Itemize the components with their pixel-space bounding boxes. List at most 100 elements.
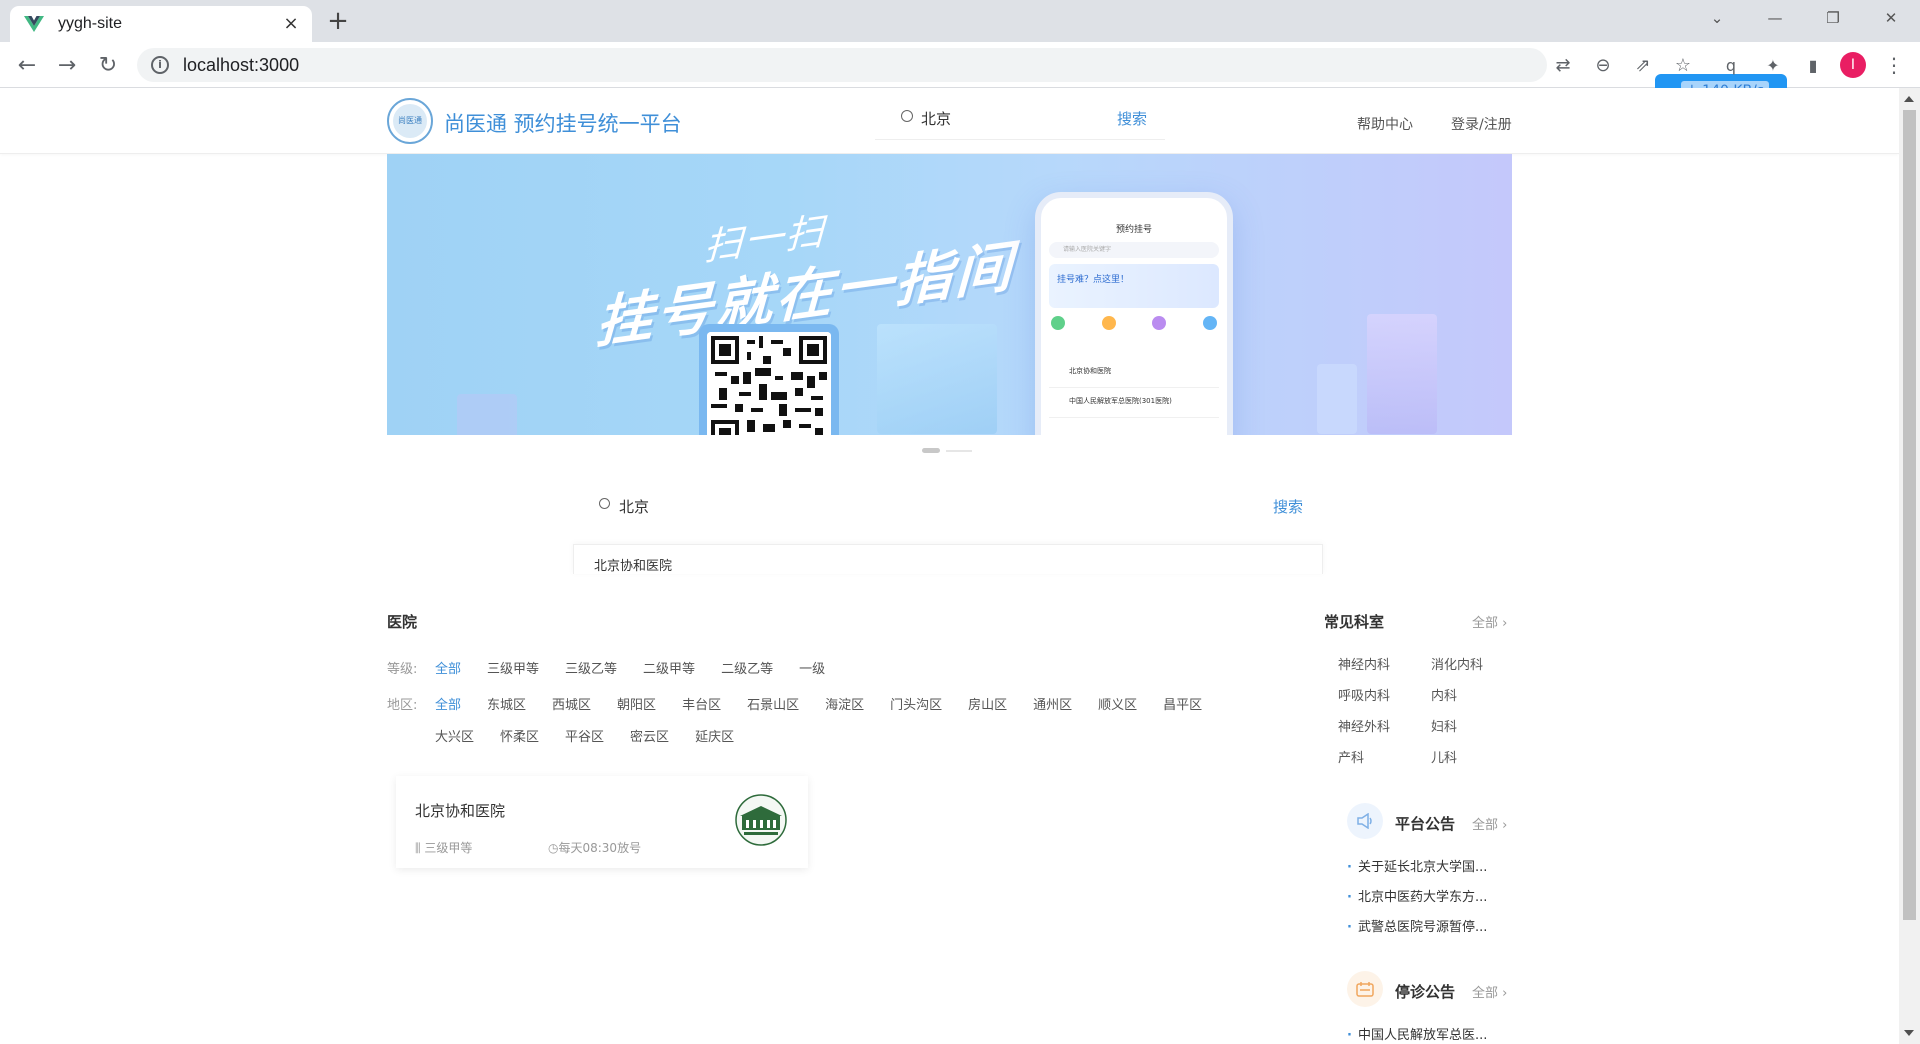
scroll-up-icon[interactable]	[1904, 96, 1914, 102]
region-option[interactable]: 石景山区	[747, 694, 799, 713]
phone-title: 预约挂号	[1115, 225, 1152, 235]
region-option[interactable]: 延庆区	[695, 726, 734, 745]
department-item[interactable]: 妇科	[1431, 716, 1498, 735]
scrollbar-thumb[interactable]	[1903, 110, 1916, 920]
region-filter: 地区: 全部 东城区 西城区 朝阳区 丰台区 石景山区 海淀区 门头沟区 房山区…	[387, 694, 1255, 745]
phone-list-item: 北京协和医院	[1049, 358, 1219, 388]
region-option[interactable]: 全部	[435, 694, 461, 713]
region-option[interactable]: 西城区	[552, 694, 591, 713]
site-logo[interactable]: 尚医通	[387, 98, 433, 144]
region-option[interactable]: 昌平区	[1163, 694, 1202, 713]
region-option[interactable]: 顺义区	[1098, 694, 1137, 713]
scroll-down-icon[interactable]	[1904, 1030, 1914, 1036]
window-controls: ⌄ — ❐ ✕	[1688, 0, 1920, 36]
phone-icon-row	[1051, 316, 1217, 330]
browser-toolbar: ← → ↻ i localhost:3000 ⇄ ⊖ ⇗ ☆ ☁ ↓ 140 K…	[0, 42, 1920, 108]
translate-icon[interactable]: ⇄	[1550, 52, 1576, 78]
region-option[interactable]: 门头沟区	[890, 694, 942, 713]
hospital-logo-icon	[735, 794, 787, 846]
region-option[interactable]: 丰台区	[682, 694, 721, 713]
region-option[interactable]: 大兴区	[435, 726, 474, 745]
notice-icon	[1101, 316, 1116, 330]
browser-menu-icon[interactable]: ⋮	[1884, 52, 1904, 78]
browser-tab[interactable]: yygh-site ×	[10, 6, 312, 42]
level-option[interactable]: 三级乙等	[565, 658, 617, 677]
address-bar[interactable]: i localhost:3000	[137, 48, 1547, 82]
department-item[interactable]: 消化内科	[1431, 654, 1498, 673]
level-option[interactable]: 全部	[435, 658, 461, 677]
zoom-out-icon[interactable]: ⊖	[1590, 52, 1616, 78]
platform-notice-item[interactable]: 北京中医药大学东方...	[1347, 886, 1497, 916]
chevron-right-icon: ›	[1498, 986, 1508, 1001]
minimize-icon[interactable]: —	[1746, 0, 1804, 36]
region-option[interactable]: 房山区	[968, 694, 1007, 713]
search-suggestion-item[interactable]: 北京协和医院	[594, 555, 672, 574]
region-option[interactable]: 平谷区	[565, 726, 604, 745]
extensions-puzzle-icon[interactable]: ✦	[1760, 52, 1786, 78]
share-icon[interactable]: ⇗	[1630, 52, 1656, 78]
region-option[interactable]: 海淀区	[825, 694, 864, 713]
user-icon	[1202, 316, 1217, 330]
banner-carousel[interactable]: 扫一扫 挂号就在一指间 预约挂号 请输入医院关键字 挂号难？点这里！ 北京协和医…	[387, 154, 1512, 435]
site-info-icon[interactable]: i	[151, 56, 169, 74]
suspension-notice-all-link[interactable]: 全部 ›	[1472, 982, 1507, 1001]
platform-notice-all-text: 全部	[1472, 818, 1499, 833]
carousel-indicators	[922, 448, 972, 453]
forward-icon[interactable]: →	[54, 52, 80, 78]
extension-icon[interactable]: q	[1718, 52, 1744, 78]
department-item[interactable]: 儿科	[1431, 747, 1498, 766]
level-option[interactable]: 三级甲等	[487, 658, 539, 677]
platform-notice-all-link[interactable]: 全部 ›	[1472, 814, 1507, 833]
main-search-input[interactable]: 北京	[619, 496, 649, 517]
suspension-notice-item[interactable]: 中国人民解放军总医...	[1347, 1024, 1497, 1044]
tab-search-icon[interactable]: ⌄	[1688, 0, 1746, 36]
region-option[interactable]: 朝阳区	[617, 694, 656, 713]
main-search-button[interactable]: 搜索	[1273, 496, 1303, 517]
search-suggestion-list: 北京协和医院	[573, 544, 1323, 574]
new-tab-icon[interactable]: +	[326, 8, 350, 34]
platform-notice-item[interactable]: 武警总医院号源暂停...	[1347, 916, 1497, 946]
level-option[interactable]: 二级乙等	[721, 658, 773, 677]
hospital-section-title: 医院	[387, 613, 418, 631]
region-option[interactable]: 密云区	[630, 726, 669, 745]
login-register-link[interactable]: 登录/注册	[1451, 114, 1512, 134]
help-center-link[interactable]: 帮助中心	[1357, 114, 1413, 134]
platform-notice-heading: 平台公告	[1395, 815, 1456, 833]
region-option[interactable]: 怀柔区	[500, 726, 539, 745]
department-item[interactable]: 产科	[1338, 747, 1431, 766]
release-time: ◷每天08:30放号	[548, 839, 641, 856]
header-search-button[interactable]: 搜索	[1117, 108, 1147, 129]
back-icon[interactable]: ←	[14, 52, 40, 78]
restore-icon[interactable]: ❐	[1804, 0, 1862, 36]
decoration-building	[457, 394, 517, 435]
department-item[interactable]: 呼吸内科	[1338, 685, 1431, 704]
department-item[interactable]: 神经内科	[1338, 654, 1431, 673]
vertical-scrollbar[interactable]	[1899, 88, 1920, 1044]
hospital-card[interactable]: 北京协和医院 ⫼ 三级甲等 ◷每天08:30放号	[396, 776, 808, 868]
decoration-building	[1317, 364, 1357, 434]
site-title[interactable]: 尚医通 预约挂号统一平台	[444, 108, 682, 138]
region-option[interactable]: 东城区	[487, 694, 526, 713]
carousel-dot[interactable]	[946, 449, 972, 452]
level-option[interactable]: 一级	[799, 658, 825, 677]
side-panel-icon[interactable]: ▮	[1800, 52, 1826, 78]
tab-close-icon[interactable]: ×	[282, 15, 300, 33]
departments-all-link[interactable]: 全部 ›	[1472, 612, 1507, 631]
suspension-notice-heading: 停诊公告	[1395, 983, 1456, 1001]
header-search-input[interactable]: 北京	[921, 108, 951, 129]
department-item[interactable]: 内科	[1431, 685, 1498, 704]
region-option[interactable]: 通州区	[1033, 694, 1072, 713]
platform-notice-item[interactable]: 关于延长北京大学国...	[1347, 856, 1497, 886]
reload-icon[interactable]: ↻	[95, 52, 121, 78]
platform-notice-list: 关于延长北京大学国... 北京中医药大学东方... 武警总医院号源暂停...	[1347, 856, 1497, 946]
close-window-icon[interactable]: ✕	[1862, 0, 1920, 36]
level-option[interactable]: 二级甲等	[643, 658, 695, 677]
department-item[interactable]: 神经外科	[1338, 716, 1431, 735]
header-search[interactable]: 北京 搜索	[875, 100, 1165, 140]
carousel-dot-active[interactable]	[922, 448, 940, 453]
clock-icon: ◷	[548, 841, 559, 855]
search-icon	[901, 110, 913, 122]
vue-logo-icon	[24, 16, 44, 32]
main-search[interactable]: 北京 搜索	[573, 486, 1323, 532]
profile-avatar[interactable]: I	[1840, 52, 1866, 78]
